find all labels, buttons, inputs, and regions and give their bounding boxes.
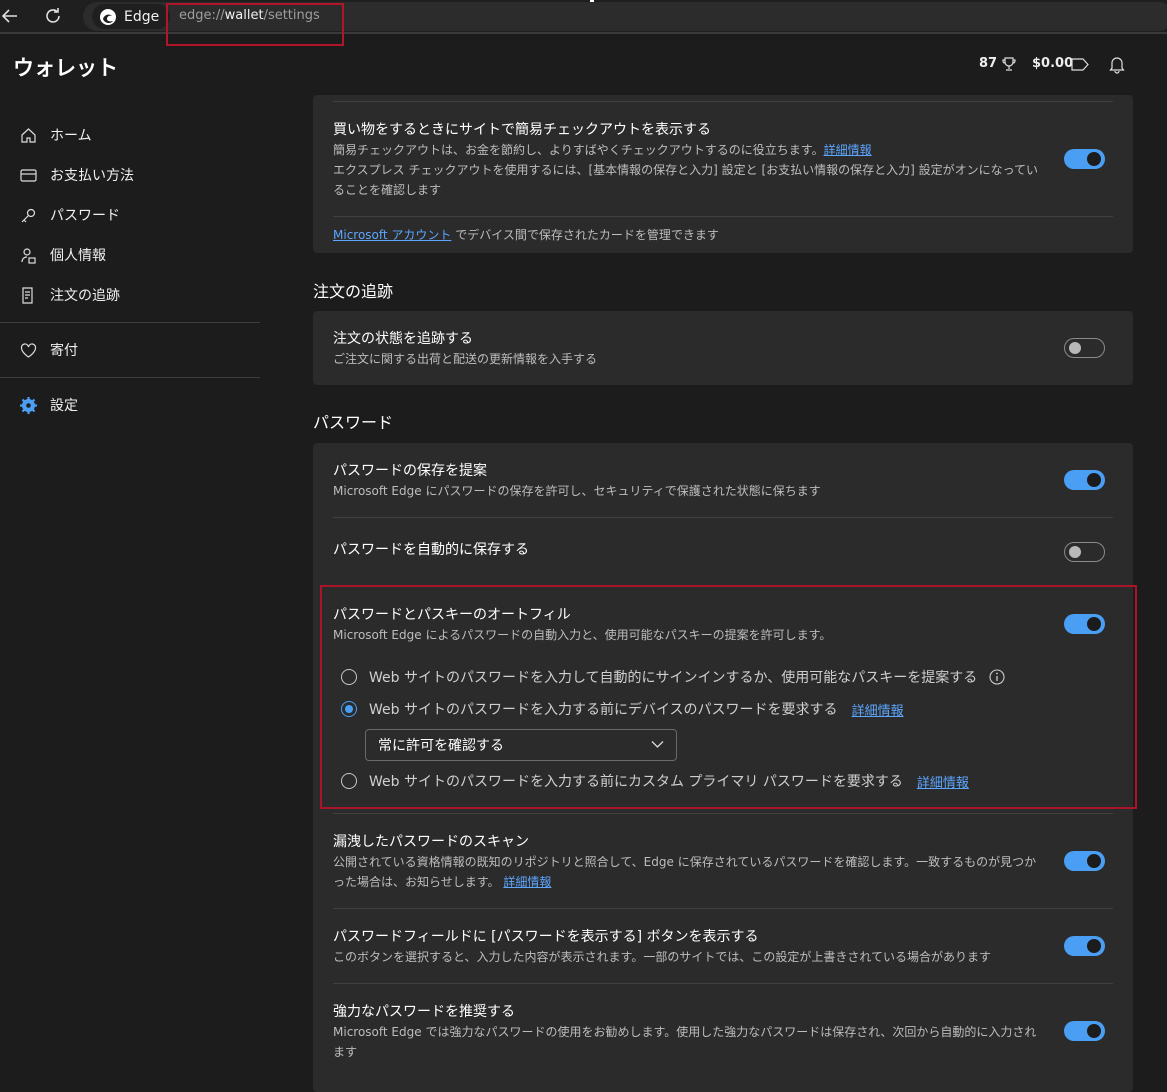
sidebar-item-passwords[interactable]: パスワード: [20, 203, 120, 227]
key-icon: [21, 208, 36, 222]
sidebar-item-label: 寄付: [50, 343, 78, 359]
leak-scan-title: 漏洩したパスワードのスキャン: [333, 834, 529, 850]
sidebar-item-label: パスワード: [50, 208, 120, 224]
reveal-button-desc: このボタンを選択すると、入力した内容が表示されます。一部のサイトでは、この設定が…: [333, 950, 991, 964]
edge-label: Edge: [124, 8, 160, 25]
row-separator: [333, 216, 1113, 217]
sidebar-item-settings[interactable]: 設定: [20, 393, 78, 417]
autofill-highlight-box: [320, 585, 1137, 809]
home-icon: [21, 127, 36, 143]
app-title: ウォレット: [13, 56, 118, 80]
row-separator: [333, 908, 1113, 909]
heart-icon: [20, 342, 37, 358]
order-tracking-heading: 注文の追跡: [313, 282, 394, 301]
offer-save-title: パスワードの保存を提案: [333, 463, 487, 479]
leak-scan-desc: 公開されている資格情報の既知のリポジトリと照合して、Edge に保存されているパ…: [333, 855, 1037, 889]
ms-account-note: Microsoft アカウント でデバイス間で保存されたカードを管理できます: [333, 228, 719, 242]
edge-chip[interactable]: Edge: [92, 4, 170, 29]
track-order-toggle[interactable]: [1064, 338, 1105, 358]
express-checkout-desc: 簡易チェックアウトは、お金を節約し、よりすばやくチェックアウトするのに役立ちます…: [333, 143, 1039, 197]
sidebar-item-payment[interactable]: お支払い方法: [20, 163, 134, 187]
track-order-desc: ご注文に関する出荷と配送の更新情報を入手する: [333, 352, 598, 366]
learn-more-link[interactable]: 詳細情報: [503, 875, 551, 889]
auto-save-toggle[interactable]: [1064, 542, 1105, 562]
sidebar-item-label: ホーム: [50, 128, 92, 144]
trophy-icon[interactable]: [1001, 56, 1017, 72]
row-separator: [333, 101, 1113, 102]
offer-save-toggle[interactable]: [1064, 470, 1105, 490]
sidebar-item-donations[interactable]: 寄付: [20, 338, 78, 362]
suggest-strong-desc: Microsoft Edge では強力なパスワードの使用をお勧めします。使用した…: [333, 1025, 1037, 1059]
row-separator: [333, 517, 1113, 518]
card-icon: [20, 168, 37, 182]
row-separator: [333, 813, 1113, 814]
person-lock-icon: [21, 247, 36, 264]
sidebar-divider: [0, 377, 260, 378]
offer-save-desc: Microsoft Edge にパスワードの保存を許可し、セキュリティで保護され…: [333, 484, 821, 498]
rewards-points[interactable]: 87: [979, 56, 997, 71]
reload-icon[interactable]: [42, 5, 64, 27]
sidebar-item-label: 注文の追跡: [50, 288, 120, 304]
row-separator: [333, 983, 1113, 984]
sidebar-item-home[interactable]: ホーム: [20, 123, 92, 147]
sidebar-item-personal-info[interactable]: 個人情報: [20, 243, 106, 267]
back-arrow-icon[interactable]: [0, 5, 22, 27]
sidebar-item-order-tracking[interactable]: 注文の追跡: [20, 283, 120, 307]
order-tracking-card: [313, 311, 1133, 385]
express-checkout-toggle[interactable]: [1064, 149, 1105, 169]
url-highlight-box: [166, 3, 344, 46]
express-checkout-title: 買い物をするときにサイトで簡易チェックアウトを表示する: [333, 122, 711, 138]
suggest-strong-toggle[interactable]: [1064, 1021, 1105, 1041]
track-order-title: 注文の状態を追跡する: [333, 331, 473, 347]
leak-scan-toggle[interactable]: [1064, 851, 1105, 871]
edge-logo-icon: [100, 8, 116, 25]
learn-more-link[interactable]: 詳細情報: [824, 143, 872, 157]
passwords-heading: パスワード: [313, 413, 394, 432]
auto-save-title: パスワードを自動的に保存する: [333, 542, 529, 558]
gear-icon: [20, 396, 37, 414]
reveal-button-title: パスワードフィールドに [パスワードを表示する] ボタンを表示する: [333, 929, 759, 945]
sidebar-item-label: 個人情報: [50, 248, 106, 264]
sidebar-item-label: お支払い方法: [50, 168, 134, 184]
receipt-icon: [22, 286, 33, 304]
cashback-balance[interactable]: $0.00: [1032, 56, 1073, 71]
microsoft-account-link[interactable]: Microsoft アカウント: [333, 228, 451, 242]
cursor-marker: [590, 0, 594, 2]
bell-icon[interactable]: [1109, 56, 1125, 74]
reveal-button-toggle[interactable]: [1064, 936, 1105, 956]
tag-icon[interactable]: [1071, 58, 1089, 71]
sidebar-divider: [0, 322, 260, 323]
sidebar-item-label: 設定: [50, 398, 78, 414]
suggest-strong-title: 強力なパスワードを推奨する: [333, 1004, 515, 1020]
